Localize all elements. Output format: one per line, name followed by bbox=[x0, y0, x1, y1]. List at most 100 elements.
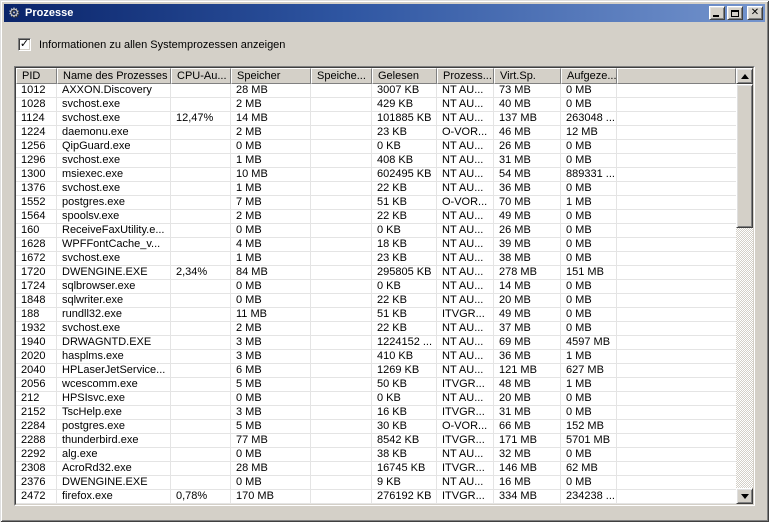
table-row[interactable]: 1256QipGuard.exe0 MB0 KBNT AU...26 MB0 M… bbox=[16, 140, 736, 154]
cell-virt-sp: 278 MB bbox=[494, 266, 561, 280]
cell-gelesen: 0 KB bbox=[372, 140, 437, 154]
cell-aufgeze: 62 MB bbox=[561, 462, 617, 476]
cell-aufgeze: 0 MB bbox=[561, 294, 617, 308]
cell-prozess: ITVGR... bbox=[437, 378, 494, 392]
table-row[interactable]: 1224daemonu.exe2 MB23 KBO-VOR...46 MB12 … bbox=[16, 126, 736, 140]
table-row[interactable]: 1300msiexec.exe10 MB602495 KBNT AU...54 … bbox=[16, 168, 736, 182]
cell-prozess: NT AU... bbox=[437, 84, 494, 98]
table-row[interactable]: 2472firefox.exe0,78%170 MB276192 KBITVGR… bbox=[16, 490, 736, 504]
cell-pid: 1720 bbox=[16, 266, 57, 280]
cell-gelesen: 23 KB bbox=[372, 126, 437, 140]
cell-aufgeze: 0 MB bbox=[561, 280, 617, 294]
cell-pid: 2376 bbox=[16, 476, 57, 490]
scroll-up-button[interactable] bbox=[736, 68, 753, 84]
cell-cpu-au bbox=[171, 196, 231, 210]
maximize-button[interactable] bbox=[727, 6, 743, 20]
cell-speicher: 0 MB bbox=[231, 448, 311, 462]
cell-aufgeze: 0 MB bbox=[561, 406, 617, 420]
column-header-virt-sp[interactable]: Virt.Sp. bbox=[494, 68, 561, 84]
cell-gelesen: 51 KB bbox=[372, 308, 437, 322]
cell-pid: 1012 bbox=[16, 84, 57, 98]
column-header-aufgeze[interactable]: Aufgeze... bbox=[561, 68, 617, 84]
cell-pid: 2288 bbox=[16, 434, 57, 448]
app-icon[interactable]: ⚙ bbox=[6, 5, 22, 21]
table-row[interactable]: 212HPSIsvc.exe0 MB0 KBNT AU...20 MB0 MB bbox=[16, 392, 736, 406]
cell-prozess: NT AU... bbox=[437, 224, 494, 238]
table-row[interactable]: 1124svchost.exe12,47%14 MB101885 KBNT AU… bbox=[16, 112, 736, 126]
table-row[interactable]: 1296svchost.exe1 MB408 KBNT AU...31 MB0 … bbox=[16, 154, 736, 168]
close-button[interactable]: ✕ bbox=[747, 6, 763, 20]
column-header-speiche[interactable]: Speiche... bbox=[311, 68, 372, 84]
table-row[interactable]: 2284postgres.exe5 MB30 KBO-VOR...66 MB15… bbox=[16, 420, 736, 434]
table-row[interactable]: 160ReceiveFaxUtility.e...0 MB0 KBNT AU..… bbox=[16, 224, 736, 238]
cell-aufgeze: 1 MB bbox=[561, 196, 617, 210]
table-row[interactable]: 1376svchost.exe1 MB22 KBNT AU...36 MB0 M… bbox=[16, 182, 736, 196]
cell-filler bbox=[617, 196, 736, 210]
table-row[interactable]: 1724sqlbrowser.exe0 MB0 KBNT AU...14 MB0… bbox=[16, 280, 736, 294]
scroll-down-button[interactable] bbox=[736, 488, 753, 504]
cell-prozess: NT AU... bbox=[437, 336, 494, 350]
column-header-prozess[interactable]: Prozess... bbox=[437, 68, 494, 84]
cell-speiche bbox=[311, 490, 372, 504]
cell-aufgeze: 12 MB bbox=[561, 126, 617, 140]
cell-prozess: NT AU... bbox=[437, 322, 494, 336]
table-row[interactable]: 2020hasplms.exe3 MB410 KBNT AU...36 MB1 … bbox=[16, 350, 736, 364]
table-row[interactable]: 1932svchost.exe2 MB22 KBNT AU...37 MB0 M… bbox=[16, 322, 736, 336]
column-header-speicher[interactable]: Speicher bbox=[231, 68, 311, 84]
scrollbar-thumb[interactable] bbox=[736, 84, 753, 228]
maximize-icon bbox=[731, 10, 739, 17]
cell-speicher: 14 MB bbox=[231, 112, 311, 126]
cell-speicher: 84 MB bbox=[231, 266, 311, 280]
table-row[interactable]: 1564spoolsv.exe2 MB22 KBNT AU...49 MB0 M… bbox=[16, 210, 736, 224]
cell-name-des-prozesses: firefox.exe bbox=[57, 490, 171, 504]
cell-name-des-prozesses: svchost.exe bbox=[57, 154, 171, 168]
cell-cpu-au bbox=[171, 350, 231, 364]
cell-filler bbox=[617, 98, 736, 112]
table-row[interactable]: 1552postgres.exe7 MB51 KBO-VOR...70 MB1 … bbox=[16, 196, 736, 210]
cell-filler bbox=[617, 406, 736, 420]
vertical-scrollbar[interactable] bbox=[736, 68, 753, 504]
cell-name-des-prozesses: QipGuard.exe bbox=[57, 140, 171, 154]
column-header-gelesen[interactable]: Gelesen bbox=[372, 68, 437, 84]
cell-name-des-prozesses: svchost.exe bbox=[57, 112, 171, 126]
column-header-name-des-prozesses[interactable]: Name des Prozesses bbox=[57, 68, 171, 84]
cell-filler bbox=[617, 350, 736, 364]
cell-gelesen: 16745 KB bbox=[372, 462, 437, 476]
table-row[interactable]: 1028svchost.exe2 MB429 KBNT AU...40 MB0 … bbox=[16, 98, 736, 112]
scrollbar-track[interactable] bbox=[736, 84, 753, 488]
cell-aufgeze: 5701 MB bbox=[561, 434, 617, 448]
table-row[interactable]: 1672svchost.exe1 MB23 KBNT AU...38 MB0 M… bbox=[16, 252, 736, 266]
cell-filler bbox=[617, 252, 736, 266]
table-row[interactable]: 2376DWENGINE.EXE0 MB9 KBNT AU...16 MB0 M… bbox=[16, 476, 736, 490]
cell-aufgeze: 889331 ... bbox=[561, 168, 617, 182]
cell-speiche bbox=[311, 462, 372, 476]
column-header-cpu-au[interactable]: CPU-Au... bbox=[171, 68, 231, 84]
cell-filler bbox=[617, 364, 736, 378]
table-row[interactable]: 188rundll32.exe11 MB51 KBITVGR...49 MB0 … bbox=[16, 308, 736, 322]
table-row[interactable]: 1720DWENGINE.EXE2,34%84 MB295805 KBNT AU… bbox=[16, 266, 736, 280]
table-row[interactable]: 2308AcroRd32.exe28 MB16745 KBITVGR...146… bbox=[16, 462, 736, 476]
cell-cpu-au bbox=[171, 252, 231, 266]
cell-prozess: NT AU... bbox=[437, 238, 494, 252]
table-row[interactable]: 2292alg.exe0 MB38 KBNT AU...32 MB0 MB bbox=[16, 448, 736, 462]
cell-pid: 1296 bbox=[16, 154, 57, 168]
cell-gelesen: 51 KB bbox=[372, 196, 437, 210]
table-row[interactable]: 1940DRWAGNTD.EXE3 MB1224152 ...NT AU...6… bbox=[16, 336, 736, 350]
cell-name-des-prozesses: rundll32.exe bbox=[57, 308, 171, 322]
table-row[interactable]: 2152TscHelp.exe3 MB16 KBITVGR...31 MB0 M… bbox=[16, 406, 736, 420]
show-all-system-processes-checkbox[interactable]: ✓ bbox=[18, 38, 31, 51]
table-row[interactable]: 1848sqlwriter.exe0 MB22 KBNT AU...20 MB0… bbox=[16, 294, 736, 308]
table-row[interactable]: 1012AXXON.Discovery28 MB3007 KBNT AU...7… bbox=[16, 84, 736, 98]
table-row[interactable]: 1628WPFFontCache_v...4 MB18 KBNT AU...39… bbox=[16, 238, 736, 252]
cell-speicher: 2 MB bbox=[231, 210, 311, 224]
cell-speicher: 0 MB bbox=[231, 294, 311, 308]
cell-virt-sp: 14 MB bbox=[494, 280, 561, 294]
minimize-button[interactable] bbox=[709, 6, 725, 20]
cell-filler bbox=[617, 448, 736, 462]
column-header-pid[interactable]: PID bbox=[16, 68, 57, 84]
table-row[interactable]: 2040HPLaserJetService...6 MB1269 KBNT AU… bbox=[16, 364, 736, 378]
table-row[interactable]: 2288thunderbird.exe77 MB8542 KBITVGR...1… bbox=[16, 434, 736, 448]
cell-name-des-prozesses: alg.exe bbox=[57, 448, 171, 462]
cell-cpu-au bbox=[171, 308, 231, 322]
table-row[interactable]: 2056wcescomm.exe5 MB50 KBITVGR...48 MB1 … bbox=[16, 378, 736, 392]
